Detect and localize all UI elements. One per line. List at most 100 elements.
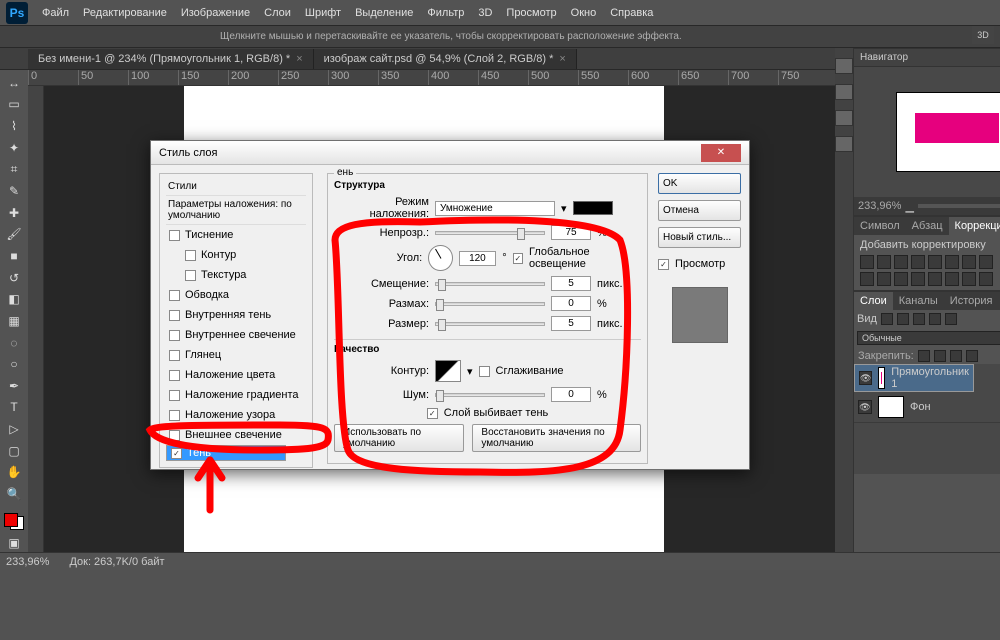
menu-select[interactable]: Выделение [355,7,413,19]
dropdown-icon[interactable]: ▾ [467,365,473,378]
cancel-button[interactable]: Отмена [658,200,741,221]
lock-icon[interactable] [934,350,946,362]
adj-icon[interactable] [894,272,908,286]
style-checkbox[interactable] [185,250,196,261]
style-item-Наложение узора[interactable]: Наложение узора [166,405,306,425]
blend-mode-select[interactable]: Обычные [857,331,1000,345]
panel-icon[interactable] [835,84,853,100]
wand-tool[interactable]: ✦ [3,139,25,157]
style-item-Внешнее свечение[interactable]: Внешнее свечение [166,425,306,445]
style-item-Внутреннее свечение[interactable]: Внутреннее свечение [166,325,306,345]
menu-image[interactable]: Изображение [181,7,250,19]
style-checkbox[interactable] [169,430,180,441]
adj-icon[interactable] [911,255,925,269]
blend-mode-select[interactable]: Умножение [435,201,555,216]
menu-edit[interactable]: Редактирование [83,7,167,19]
gradient-tool[interactable]: ▦ [3,312,25,330]
adj-icon[interactable] [860,272,874,286]
panel-icon[interactable] [835,58,853,74]
layer-row[interactable]: 👁 Прямоугольник 1 [854,364,974,392]
path-tool[interactable]: ▷ [3,420,25,438]
visibility-icon[interactable]: 👁 [858,400,872,414]
layer-thumb[interactable] [878,367,885,389]
close-icon[interactable]: × [296,53,302,65]
adj-icon[interactable] [894,255,908,269]
adj-icon[interactable] [860,255,874,269]
adj-icon[interactable] [979,272,993,286]
noise-slider[interactable] [435,393,545,397]
ok-button[interactable]: OK [658,173,741,194]
screen-mode-tool[interactable]: ▣ [3,534,25,552]
shape-tool[interactable]: ▢ [3,442,25,460]
adj-icon[interactable] [945,255,959,269]
navigator-thumb[interactable] [896,92,1000,172]
style-item-Наложение цвета[interactable]: Наложение цвета [166,365,306,385]
eraser-tool[interactable]: ◧ [3,290,25,308]
style-checkbox[interactable] [169,310,180,321]
zoom-tool[interactable]: 🔍 [3,485,25,503]
angle-input[interactable]: 120 [459,251,497,266]
lock-icon[interactable] [918,350,930,362]
stamp-tool[interactable]: ■ [3,247,25,265]
style-item-Обводка[interactable]: Обводка [166,285,306,305]
status-doc[interactable]: Док: 263,7K/0 байт [69,556,164,568]
reset-default-button[interactable]: Восстановить значения по умолчанию [472,424,641,452]
opacity-input[interactable]: 75 [551,225,591,240]
contour-picker[interactable] [435,360,461,382]
new-style-button[interactable]: Новый стиль... [658,227,741,248]
dropdown-icon[interactable]: ▾ [561,202,567,215]
style-item-Тень[interactable]: ✓Тень [166,445,286,461]
tab-history[interactable]: История [944,292,999,310]
menu-help[interactable]: Справка [610,7,653,19]
menu-file[interactable]: Файл [42,7,69,19]
global-light-checkbox[interactable]: ✓ [513,253,523,264]
spread-input[interactable]: 0 [551,296,591,311]
move-tool[interactable]: ↔ [3,74,25,92]
knockout-checkbox[interactable]: ✓ [427,408,438,419]
layer-name[interactable]: Фон [910,401,931,413]
style-checkbox[interactable] [169,350,180,361]
style-checkbox[interactable] [169,370,180,381]
adj-icon[interactable] [962,272,976,286]
angle-dial[interactable] [428,245,452,271]
shadow-color-swatch[interactable] [573,201,613,215]
adj-icon[interactable] [962,255,976,269]
layer-thumb[interactable] [878,396,904,418]
style-checkbox[interactable] [169,230,180,241]
tab-adjustments[interactable]: Коррекция [949,217,1000,235]
filter-icon[interactable] [881,313,893,325]
heal-tool[interactable]: ✚ [3,204,25,222]
tab-channels[interactable]: Каналы [893,292,944,310]
size-input[interactable]: 5 [551,316,591,331]
noise-input[interactable]: 0 [551,387,591,402]
tab-doc2[interactable]: изображ сайт.psd @ 54,9% (Слой 2, RGB/8)… [314,49,577,69]
hand-tool[interactable]: ✋ [3,464,25,482]
filter-icon[interactable] [913,313,925,325]
panel-icon[interactable] [835,136,853,152]
style-item-Текстура[interactable]: Текстура [166,265,306,285]
spread-slider[interactable] [435,302,545,306]
menu-type[interactable]: Шрифт [305,7,341,19]
status-zoom[interactable]: 233,96% [6,556,49,568]
size-slider[interactable] [435,322,545,326]
tab-doc1[interactable]: Без имени-1 @ 234% (Прямоугольник 1, RGB… [28,49,314,69]
style-checkbox[interactable] [169,330,180,341]
menu-3d[interactable]: 3D [478,7,492,19]
style-checkbox[interactable] [169,390,180,401]
adj-icon[interactable] [928,255,942,269]
preview-checkbox[interactable]: ✓ [658,259,669,270]
adj-icon[interactable] [877,272,891,286]
blur-tool[interactable]: ◌ [3,334,25,352]
menu-window[interactable]: Окно [571,7,597,19]
panel-icon[interactable] [835,110,853,126]
pen-tool[interactable]: ✒ [3,377,25,395]
zoom-slider[interactable] [918,204,1000,208]
lasso-tool[interactable]: ⌇ [3,117,25,135]
layer-name[interactable]: Прямоугольник 1 [891,366,969,390]
filter-icon[interactable] [929,313,941,325]
adj-icon[interactable] [928,272,942,286]
antialiased-checkbox[interactable] [479,366,490,377]
tab-character[interactable]: Символ [854,217,906,235]
crop-tool[interactable]: ⌗ [3,161,25,179]
style-checkbox[interactable] [169,410,180,421]
